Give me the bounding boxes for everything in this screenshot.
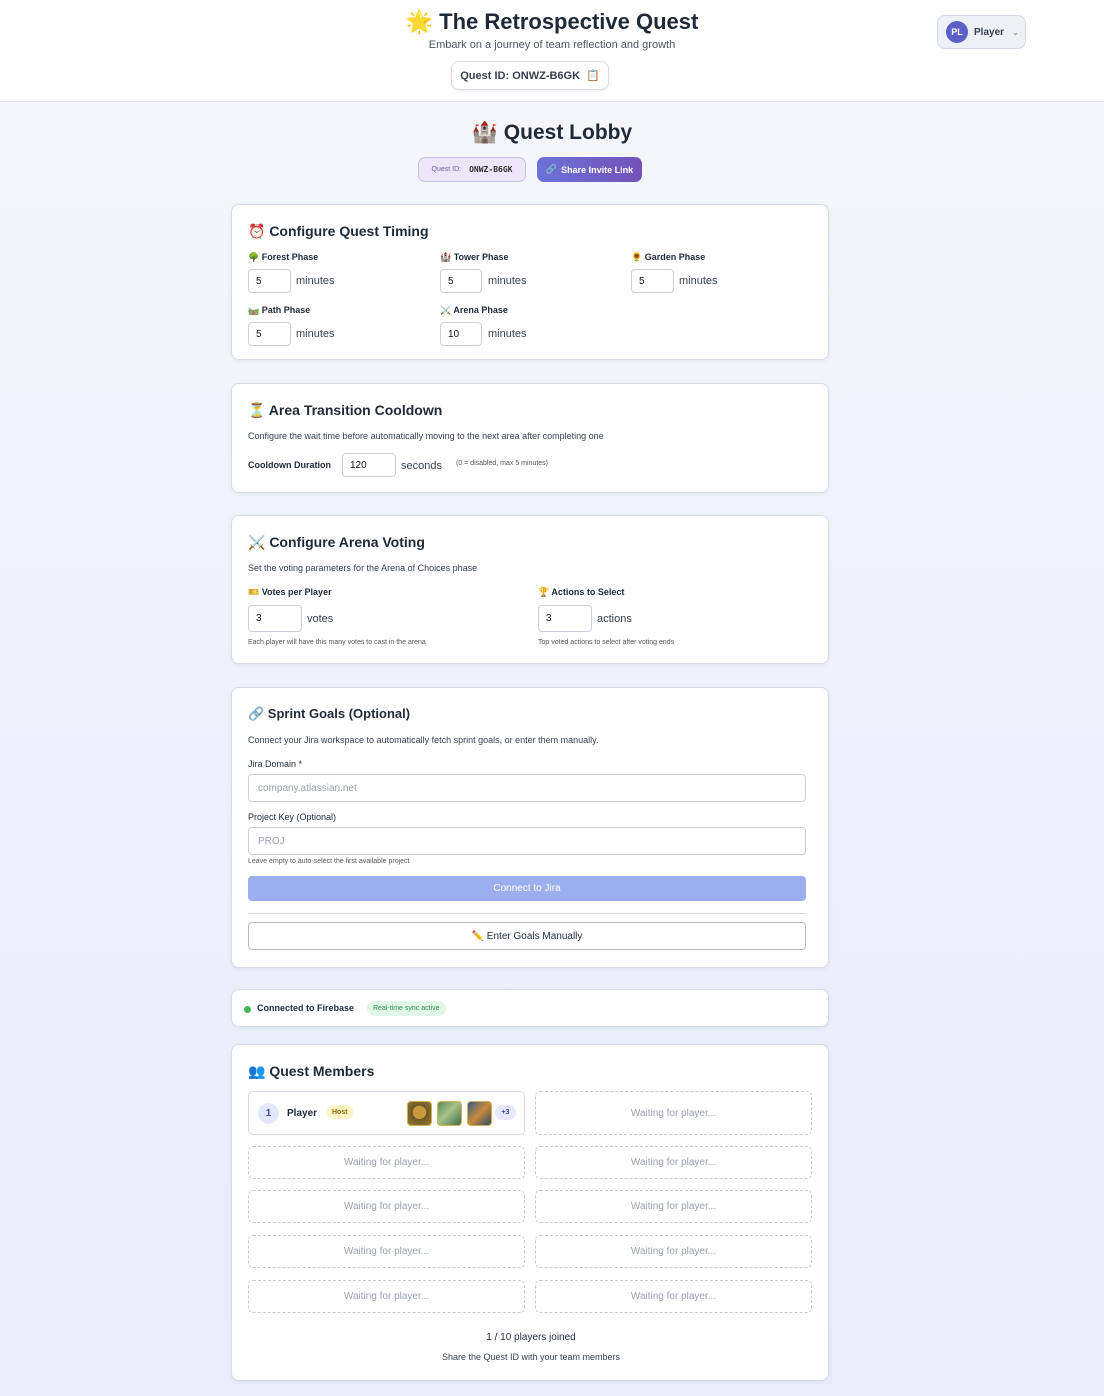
card-thumbnail-3 [467,1101,492,1126]
actions-to-select-label: 🏆 Actions to Select [538,587,625,597]
user-name: Player [974,26,1005,38]
cooldown-title: ⏳ Area Transition Cooldown [248,402,443,418]
quest-members-title: 👥 Quest Members [248,1063,375,1079]
app-header: 🌟 The Retrospective Quest Embark on a jo… [0,0,1104,102]
empty-player-slot: Waiting for player... [535,1146,812,1179]
arena-voting-description: Set the voting parameters for the Arena … [248,563,478,573]
votes-unit: votes [307,613,334,625]
players-joined-count: 1 / 10 players joined [486,1332,576,1343]
lobby-quest-id-value: ONWZ-B6GK [469,165,513,174]
card-thumbnail-1 [407,1101,432,1126]
share-quest-id-hint: Share the Quest ID with your team member… [441,1352,621,1362]
member-name: Player [287,1108,318,1119]
lobby-quest-id-badge: Quest ID: ONWZ-B6GK [418,157,526,182]
actions-hint: Top voted actions to select after voting… [538,639,675,646]
empty-player-slot: Waiting for player... [535,1190,812,1223]
empty-player-slot: Waiting for player... [535,1280,812,1313]
empty-player-slot: Waiting for player... [248,1190,525,1223]
arena-phase-input[interactable] [440,322,482,346]
forest-phase-unit: minutes [296,275,335,287]
sprint-goals-card: 🔗 Sprint Goals (Optional) Connect your J… [231,687,829,968]
forest-phase-label: 🌳 Forest Phase [248,252,319,262]
member-slot-1: 1 Player Host +3 [248,1091,525,1135]
tower-phase-label: 🏰 Tower Phase [440,252,509,262]
empty-player-slot: Waiting for player... [248,1235,525,1268]
path-phase-input[interactable] [248,322,291,346]
garden-phase-label: 🌻 Garden Phase [631,252,706,262]
host-badge: Host [327,1105,353,1119]
divider [248,913,806,914]
firebase-status-bar: Connected to Firebase Real-time sync act… [231,989,829,1027]
votes-per-player-label: 🎫 Votes per Player [248,587,332,597]
arena-phase-unit: minutes [488,328,527,340]
cooldown-duration-input[interactable] [342,453,396,477]
garden-phase-unit: minutes [679,275,718,287]
quest-id-copy-button[interactable]: Quest ID: ONWZ-B6GK 📋 [451,61,609,90]
actions-to-select-input[interactable] [538,605,592,632]
status-badge: Real-time sync active [367,1001,446,1016]
jira-domain-label: Jira Domain * [248,759,303,769]
arena-phase-label: ⚔️ Arena Phase [440,305,508,315]
empty-player-slot: Waiting for player... [248,1146,525,1179]
quest-members-card: 👥 Quest Members 1 Player Host +3 Waiting… [231,1044,829,1381]
empty-player-slot: Waiting for player... [535,1091,812,1135]
project-key-input[interactable] [248,827,806,855]
quest-timing-card: ⏰ Configure Quest Timing 🌳 Forest Phase … [231,204,829,360]
votes-hint: Each player will have this many votes to… [248,639,426,646]
arena-voting-card: ⚔️ Configure Arena Voting Set the voting… [231,515,829,664]
tower-phase-unit: minutes [488,275,527,287]
empty-player-slot: Waiting for player... [535,1235,812,1268]
arena-voting-title: ⚔️ Configure Arena Voting [248,534,425,550]
tower-phase-input[interactable] [440,269,482,293]
forest-phase-input[interactable] [248,269,291,293]
project-key-label: Project Key (Optional) [248,812,337,822]
quest-id-text: Quest ID: ONWZ-B6GK [460,69,581,82]
connection-status-dot [244,1006,251,1013]
share-invite-link-label: Share Invite Link [561,164,634,175]
quest-timing-title: ⏰ Configure Quest Timing [248,223,429,239]
connect-to-jira-button[interactable]: Connect to Jira [248,876,806,901]
cooldown-description: Configure the wait time before automatic… [248,431,604,441]
card-thumbnail-2 [437,1101,462,1126]
cooldown-card: ⏳ Area Transition Cooldown Configure the… [231,383,829,493]
page-title: 🏰 Quest Lobby [471,121,633,144]
sprint-goals-description: Connect your Jira workspace to automatic… [248,735,599,745]
empty-player-slot: Waiting for player... [248,1280,525,1313]
lobby-quest-id-label: Quest ID: [431,166,462,173]
sprint-goals-title: 🔗 Sprint Goals (Optional) [248,706,411,721]
actions-unit: actions [597,613,632,625]
share-invite-link-button[interactable]: 🔗 Share Invite Link [537,157,642,182]
votes-per-player-input[interactable] [248,605,302,632]
jira-domain-input[interactable] [248,774,806,802]
cooldown-unit: seconds [401,460,442,472]
path-phase-label: 🛤️ Path Phase [248,305,311,315]
cooldown-duration-label: Cooldown Duration [248,460,331,470]
avatar: PL [946,21,968,43]
firebase-status-text: Connected to Firebase [257,1003,355,1013]
clipboard-icon: 📋 [586,70,600,82]
user-menu-button[interactable]: PL Player ⌄ [937,15,1026,49]
garden-phase-input[interactable] [631,269,674,293]
chevron-down-icon: ⌄ [1012,27,1019,37]
member-number: 1 [258,1103,279,1124]
project-key-hint: Leave empty to auto-select the first ava… [248,858,410,865]
enter-goals-manually-button[interactable]: ✏️ Enter Goals Manually [248,922,806,950]
more-cards-badge: +3 [495,1105,516,1120]
cooldown-hint: (0 = disabled, max 5 minutes) [456,460,549,467]
link-icon: 🔗 [545,164,558,174]
path-phase-unit: minutes [296,328,335,340]
